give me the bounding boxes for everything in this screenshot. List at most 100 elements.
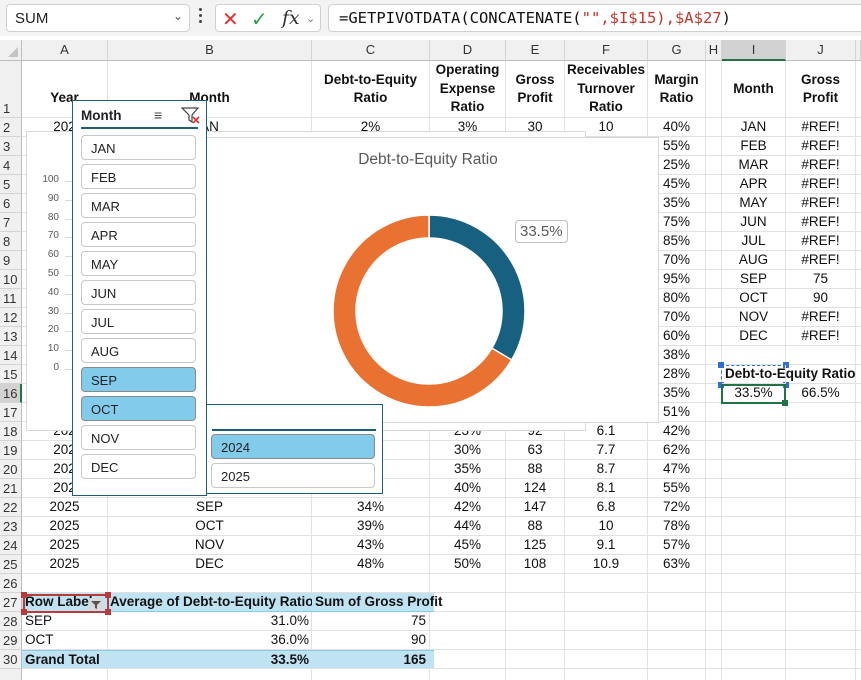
row-header-2[interactable]: 2 [0, 118, 22, 137]
multi-select-icon[interactable]: ≡ [154, 107, 162, 123]
table-cell-year[interactable]: 2025 [22, 517, 108, 536]
table-cell-rtr[interactable]: 8.7 [565, 460, 648, 479]
slicer-item-nov[interactable]: NOV [81, 425, 196, 450]
grid-cell[interactable] [722, 536, 786, 555]
grid-cell[interactable] [786, 574, 856, 593]
table-cell-margin[interactable]: 78% [648, 517, 706, 536]
row-header-30[interactable]: 30 [0, 650, 22, 669]
slicer-item-feb[interactable]: FEB [81, 164, 196, 189]
lookup-gross-profit[interactable]: #REF! [786, 118, 856, 137]
grid-cell[interactable] [856, 61, 861, 118]
row-header-1[interactable]: 1 [0, 61, 22, 118]
grid-cell[interactable] [706, 232, 722, 251]
table-cell-rtr[interactable]: 9.1 [565, 536, 648, 555]
grid-cell[interactable] [706, 156, 722, 175]
grid-cell[interactable] [856, 669, 861, 680]
table-cell-month[interactable]: NOV [108, 536, 312, 555]
grid-cell[interactable] [706, 61, 722, 118]
insert-function-icon[interactable]: fx [282, 7, 300, 29]
grid-cell[interactable] [856, 479, 861, 498]
grid-cell[interactable] [856, 422, 861, 441]
lookup-gross-profit[interactable]: #REF! [786, 213, 856, 232]
grid-cell[interactable] [648, 669, 706, 680]
grid-cell[interactable] [856, 403, 861, 422]
grid-cell[interactable] [430, 631, 506, 650]
table-cell-de[interactable]: 39% [312, 517, 430, 536]
table-cell-month[interactable]: SEP [108, 498, 312, 517]
row-header-16[interactable]: 16 [0, 384, 22, 403]
grid-cell[interactable] [856, 270, 861, 289]
column-header-a[interactable]: A [22, 40, 108, 61]
lookup-header[interactable]: Gross Profit [786, 61, 856, 118]
grid-cell[interactable] [706, 574, 722, 593]
grid-cell[interactable] [856, 365, 861, 384]
lookup-month[interactable]: JAN [722, 118, 786, 137]
grid-cell[interactable] [108, 574, 312, 593]
pivot-value[interactable]: 36.0% [108, 631, 312, 650]
grid-cell[interactable] [706, 422, 722, 441]
grid-cell[interactable] [706, 517, 722, 536]
grid-cell[interactable] [856, 289, 861, 308]
grid-cell[interactable] [506, 612, 565, 631]
slicer-item-2024[interactable]: 2024 [211, 434, 375, 459]
grid-cell[interactable] [430, 574, 506, 593]
row-header-5[interactable]: 5 [0, 175, 22, 194]
column-header-i[interactable]: I [722, 40, 786, 61]
row-header-29[interactable]: 29 [0, 631, 22, 650]
row-header-20[interactable]: 20 [0, 460, 22, 479]
table-cell-oer[interactable]: 35% [430, 460, 506, 479]
row-header-25[interactable]: 25 [0, 555, 22, 574]
lookup-month[interactable]: JUL [722, 232, 786, 251]
grid-cell[interactable] [706, 555, 722, 574]
chevron-down-icon[interactable]: ⌄ [306, 12, 315, 25]
table-cell-month[interactable]: DEC [108, 555, 312, 574]
row-header-12[interactable]: 12 [0, 308, 22, 327]
table-cell-de[interactable]: 48% [312, 555, 430, 574]
slicer-item-aug[interactable]: AUG [81, 338, 196, 363]
grid-cell[interactable] [856, 441, 861, 460]
grid-cell[interactable] [856, 194, 861, 213]
table-cell-oer[interactable]: 50% [430, 555, 506, 574]
row-header-6[interactable]: 6 [0, 194, 22, 213]
grid-cell[interactable] [706, 498, 722, 517]
lookup-month[interactable]: DEC [722, 327, 786, 346]
grid-cell[interactable] [856, 308, 861, 327]
grid-cell[interactable] [786, 612, 856, 631]
donut-slice-0[interactable] [428, 214, 526, 361]
grid-cell[interactable] [430, 669, 506, 680]
row-header-21[interactable]: 21 [0, 479, 22, 498]
pivot-filter-icon[interactable] [89, 598, 103, 610]
grid-cell[interactable] [430, 612, 506, 631]
chevron-down-icon[interactable]: ⌄ [173, 9, 183, 23]
lookup-header[interactable]: Month [722, 61, 786, 118]
row-header-7[interactable]: 7 [0, 213, 22, 232]
grid-cell[interactable] [565, 631, 648, 650]
row-header-19[interactable]: 19 [0, 441, 22, 460]
grid-cell[interactable] [706, 270, 722, 289]
column-header-c[interactable]: C [312, 40, 430, 61]
row-header-13[interactable]: 13 [0, 327, 22, 346]
grid-cell[interactable] [108, 669, 312, 680]
grid-cell[interactable] [786, 631, 856, 650]
grid-cell[interactable] [786, 650, 856, 669]
row-header-8[interactable]: 8 [0, 232, 22, 251]
lookup-gross-profit[interactable]: 90 [786, 289, 856, 308]
grid-cell[interactable] [430, 650, 506, 669]
grid-cell[interactable] [856, 137, 861, 156]
name-box[interactable]: SUM ⌄ [6, 4, 190, 32]
grid-cell[interactable] [786, 517, 856, 536]
cancel-icon[interactable]: ✕ [222, 7, 239, 32]
lookup-gross-profit[interactable]: #REF! [786, 327, 856, 346]
row-header-4[interactable]: 4 [0, 156, 22, 175]
row-header-28[interactable]: 28 [0, 612, 22, 631]
grid-cell[interactable] [312, 574, 430, 593]
grid-cell[interactable] [856, 156, 861, 175]
grid-cell[interactable] [722, 669, 786, 680]
row-header-18[interactable]: 18 [0, 422, 22, 441]
table-header[interactable]: Receivables Turnover Ratio [565, 61, 648, 118]
row-header-22[interactable]: 22 [0, 498, 22, 517]
grid-cell[interactable] [312, 669, 430, 680]
grid-cell[interactable] [706, 403, 722, 422]
table-cell-gp[interactable]: 147 [506, 498, 565, 517]
grid-cell[interactable] [786, 669, 856, 680]
